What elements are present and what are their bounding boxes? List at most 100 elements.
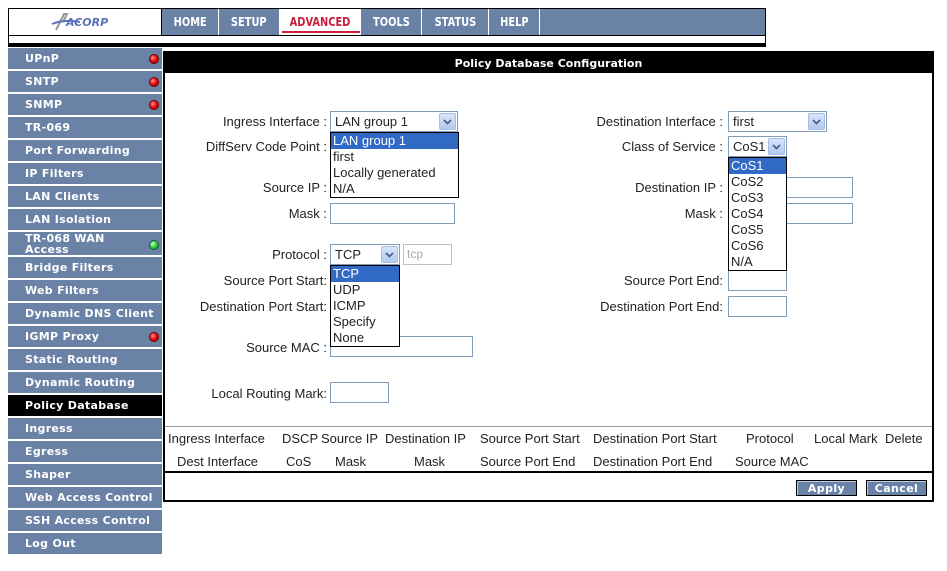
- sidebar-item-bridge-filters[interactable]: Bridge Filters: [8, 257, 162, 279]
- sidebar-item-shaper[interactable]: Shaper: [8, 464, 162, 486]
- cos-option[interactable]: CoS5: [729, 222, 786, 238]
- mask-left-label: Mask :: [288, 206, 327, 221]
- destination-ip-input[interactable]: [785, 177, 853, 198]
- destination-interface-select[interactable]: first: [728, 111, 827, 132]
- ingress-option[interactable]: first: [331, 149, 458, 165]
- sidebar-item-lan-clients[interactable]: LAN Clients: [8, 186, 162, 208]
- tab-tools-label: TOOLS: [372, 15, 410, 29]
- destination-interface-value: first: [733, 114, 754, 129]
- chevron-down-icon: [439, 113, 456, 130]
- chevron-down-icon: [808, 113, 825, 130]
- sidebar-item-policy-database[interactable]: Policy Database: [8, 395, 162, 417]
- sidebar-item-dynamic-dns-client[interactable]: Dynamic DNS Client: [8, 303, 162, 325]
- col-dscp: DSCP: [282, 431, 319, 446]
- sidebar-item-egress[interactable]: Egress: [8, 441, 162, 463]
- col-cos: CoS: [286, 454, 312, 469]
- sidebar-item-tr069[interactable]: TR-069: [8, 117, 162, 139]
- policy-database-panel: Policy Database Configuration Ingress In…: [163, 51, 934, 502]
- cos-option[interactable]: CoS6: [729, 238, 786, 254]
- ingress-option[interactable]: Locally generated: [331, 165, 458, 181]
- class-of-service-label: Class of Service :: [621, 139, 723, 154]
- source-port-start-label: Source Port Start:: [223, 273, 327, 288]
- local-routing-mark-input[interactable]: [330, 382, 389, 403]
- sidebar-item-ssh-access-control[interactable]: SSH Access Control: [8, 510, 162, 532]
- sidebar-item-igmp-proxy[interactable]: IGMP Proxy: [8, 326, 162, 348]
- tab-help[interactable]: HELP: [489, 9, 540, 35]
- protocol-number-input: tcp: [403, 244, 452, 265]
- tab-setup[interactable]: SETUP: [219, 9, 280, 35]
- ingress-option[interactable]: N/A: [331, 181, 458, 197]
- sidebar-item-sntp[interactable]: SNTP: [8, 71, 162, 93]
- sidebar-item-web-access-control[interactable]: Web Access Control: [8, 487, 162, 509]
- protocol-option[interactable]: UDP: [331, 282, 399, 298]
- cos-option[interactable]: CoS4: [729, 206, 786, 222]
- sidebar-item-ingress[interactable]: Ingress: [8, 418, 162, 440]
- sidebar-item-label: Web Access Control: [25, 491, 153, 504]
- sidebar-item-tr068-wan-access[interactable]: TR-068 WAN Access: [8, 232, 162, 256]
- sidebar-item-lan-isolation[interactable]: LAN Isolation: [8, 209, 162, 231]
- sidebar-item-ip-filters[interactable]: IP Filters: [8, 163, 162, 185]
- active-tab-underline: [282, 31, 360, 33]
- mask-left-input[interactable]: [330, 203, 455, 224]
- col-dest-interface: Dest Interface: [177, 454, 258, 469]
- header-divider: [8, 36, 766, 47]
- dest-port-end-label: Destination Port End:: [600, 299, 723, 314]
- sidebar-item-snmp[interactable]: SNMP: [8, 94, 162, 116]
- status-red-icon: [149, 54, 159, 64]
- ingress-interface-select[interactable]: LAN group 1: [330, 111, 458, 132]
- class-of-service-select[interactable]: CoS1: [728, 136, 787, 157]
- apply-button[interactable]: Apply: [796, 480, 857, 496]
- sidebar-item-web-filters[interactable]: Web Filters: [8, 280, 162, 302]
- sidebar-item-label: Egress: [25, 445, 69, 458]
- status-red-icon: [149, 332, 159, 342]
- cos-option[interactable]: CoS1: [729, 158, 786, 174]
- sidebar-item-label: UPnP: [25, 52, 60, 65]
- ingress-interface-label: Ingress Interface :: [222, 114, 327, 129]
- sidebar-item-upnp[interactable]: UPnP: [8, 48, 162, 70]
- protocol-option[interactable]: Specify: [331, 314, 399, 330]
- source-port-end-input[interactable]: [728, 270, 787, 291]
- chevron-down-icon: [381, 246, 398, 263]
- tab-tools[interactable]: TOOLS: [361, 9, 422, 35]
- sidebar-item-label: LAN Clients: [25, 190, 100, 203]
- protocol-option[interactable]: TCP: [331, 266, 399, 282]
- sidebar-item-label: IGMP Proxy: [25, 330, 100, 343]
- cos-option[interactable]: CoS3: [729, 190, 786, 206]
- protocol-option[interactable]: ICMP: [331, 298, 399, 314]
- sidebar-item-label: Dynamic Routing: [25, 376, 136, 389]
- sidebar-item-label: Bridge Filters: [25, 261, 114, 274]
- ingress-option[interactable]: LAN group 1: [331, 133, 458, 149]
- sidebar-item-label: Dynamic DNS Client: [25, 307, 154, 320]
- sidebar: UPnP SNTP SNMP TR-069 Port Forwarding IP…: [8, 48, 162, 556]
- col-source-mac: Source MAC: [735, 454, 809, 469]
- cancel-button[interactable]: Cancel: [866, 480, 927, 496]
- sidebar-item-dynamic-routing[interactable]: Dynamic Routing: [8, 372, 162, 394]
- col-delete: Delete: [885, 431, 923, 446]
- protocol-select[interactable]: TCP: [330, 244, 400, 265]
- col-ingress-interface: Ingress Interface: [168, 431, 265, 446]
- cos-option[interactable]: CoS2: [729, 174, 786, 190]
- cos-option[interactable]: N/A: [729, 254, 786, 270]
- ingress-interface-value: LAN group 1: [335, 114, 408, 129]
- sidebar-item-port-forwarding[interactable]: Port Forwarding: [8, 140, 162, 162]
- protocol-label: Protocol :: [272, 247, 327, 262]
- col-source-ip: Source IP: [321, 431, 379, 446]
- brand-logo: ACORP: [8, 8, 161, 36]
- sidebar-item-static-routing[interactable]: Static Routing: [8, 349, 162, 371]
- dest-port-end-input[interactable]: [728, 296, 787, 317]
- class-of-service-dropdown: CoS1 CoS2 CoS3 CoS4 CoS5 CoS6 N/A: [728, 157, 787, 271]
- sidebar-item-label: Log Out: [25, 537, 76, 550]
- footer-divider: [165, 471, 932, 473]
- table-divider: [165, 426, 932, 427]
- mask-right-input[interactable]: [785, 203, 853, 224]
- tab-status[interactable]: STATUS: [422, 9, 489, 35]
- tab-setup-label: SETUP: [231, 15, 267, 29]
- col-destination-port-start: Destination Port Start: [593, 431, 717, 446]
- sidebar-item-label: Port Forwarding: [25, 144, 131, 157]
- tab-home[interactable]: HOME: [162, 9, 219, 35]
- class-of-service-value: CoS1: [733, 139, 766, 154]
- sidebar-item-log-out[interactable]: Log Out: [8, 533, 162, 555]
- protocol-option[interactable]: None: [331, 330, 399, 346]
- source-port-end-label: Source Port End:: [624, 273, 723, 288]
- sidebar-item-label: Shaper: [25, 468, 71, 481]
